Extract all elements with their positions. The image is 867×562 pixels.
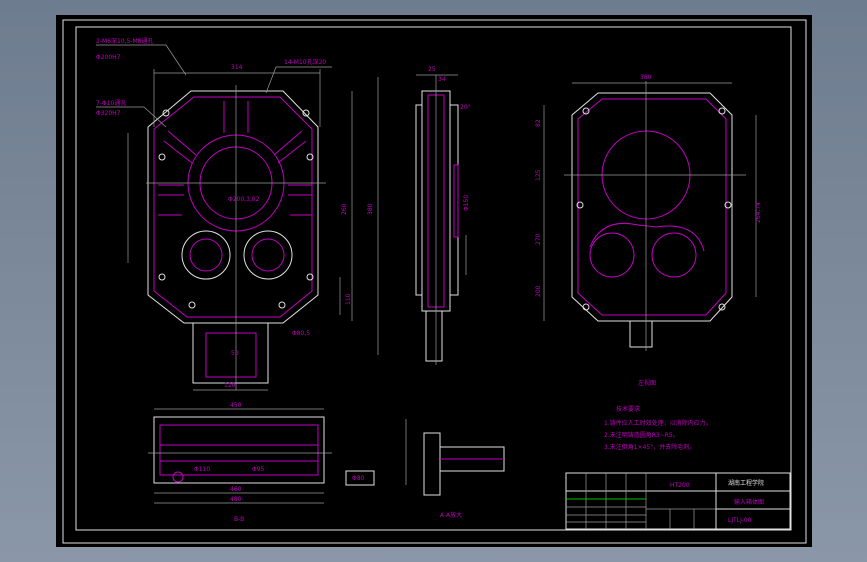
front-note-3: 14-M10孔深20 xyxy=(284,58,326,66)
right-dim-left2: 125 xyxy=(535,169,542,181)
bb-dim-3: 480 xyxy=(230,496,242,503)
front-dim-right: 380 xyxy=(367,203,374,215)
cad-viewport[interactable]: 2-M6深10,5-M8通孔 Φ200H7 14-M10孔深20 7-Φ10通孔… xyxy=(56,15,812,547)
front-dim-dia: Φ80,5 xyxy=(292,330,310,337)
material-text: HT200 xyxy=(670,482,690,489)
front-note-2: Φ200H7 xyxy=(96,54,121,61)
outer-border xyxy=(62,19,807,544)
front-note-4: 7-Φ10通孔 xyxy=(96,99,126,107)
side-dim-1: 25 xyxy=(428,66,436,73)
company-text: 湖南工程学院 xyxy=(728,479,764,487)
bb-caption: B-B xyxy=(234,516,244,523)
right-dim-right: 264,74 xyxy=(755,202,762,223)
side-dim-3: 20° xyxy=(460,104,471,111)
side-dim-4: Φ150 xyxy=(463,195,470,211)
tech-title: 技术要求 xyxy=(616,405,640,413)
front-note-5: Φ320H7 xyxy=(96,110,121,117)
drawing-code-text: LJTLJ-00 xyxy=(728,517,752,524)
bb-dim-6: Φ80 xyxy=(352,475,365,482)
bb-dim-4: Φ110 xyxy=(194,466,210,473)
right-view xyxy=(543,81,757,351)
front-dim-sub: 260 xyxy=(341,203,348,215)
front-dim-bottom: 50 xyxy=(231,350,239,357)
tech-item-2: 2.未注明铸造圆角R3~R5。 xyxy=(604,431,679,439)
right-dim-top: 380 xyxy=(640,74,652,81)
tech-item-3: 3.未注倒角1×45°，并去除毛刺。 xyxy=(604,443,695,451)
right-dim-left4: 200 xyxy=(535,285,542,297)
section-bb xyxy=(148,408,375,504)
bb-dim-1: 450 xyxy=(230,402,242,409)
front-dim-low: 110 xyxy=(345,293,352,305)
drawing-canvas: 2-M6深10,5-M8通孔 Φ200H7 14-M10孔深20 7-Φ10通孔… xyxy=(62,19,807,544)
front-view xyxy=(96,44,379,391)
right-caption: 左视图 xyxy=(638,379,656,387)
detail-aa xyxy=(405,419,505,496)
front-dim-mid: Φ200,3,02 xyxy=(228,196,260,203)
right-dim-left1: 82 xyxy=(535,119,542,127)
inner-border xyxy=(75,26,792,531)
part-name-text: 输入箱体图 xyxy=(734,498,764,506)
side-dim-2: 34 xyxy=(438,76,446,83)
bb-dim-2: 460 xyxy=(230,486,242,493)
front-dim-top: 314 xyxy=(231,64,243,71)
right-dim-left3: 270 xyxy=(535,233,542,245)
detail-caption: A-A放大 xyxy=(440,511,462,519)
bb-dim-5: Φ95 xyxy=(252,466,265,473)
front-dim-width: 120 xyxy=(224,382,236,389)
tech-item-1: 1.铸件应人工时效处理，以消除内应力。 xyxy=(604,419,712,427)
side-view xyxy=(415,74,467,365)
front-note-1: 2-M6深10,5-M8通孔 xyxy=(96,37,154,45)
